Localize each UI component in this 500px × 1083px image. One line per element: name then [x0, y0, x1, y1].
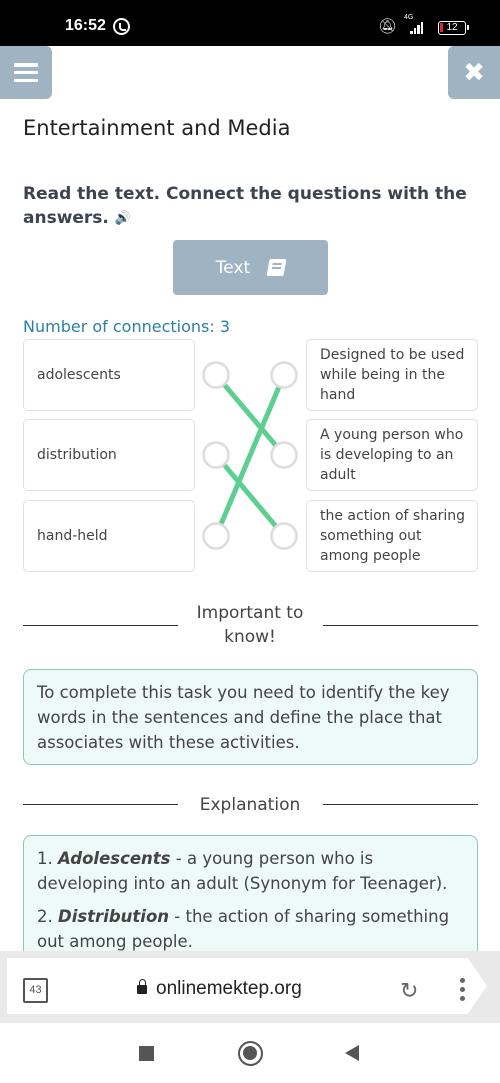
- book-icon: [266, 259, 287, 276]
- connections-count: Number of connections: 3: [23, 317, 231, 336]
- hamburger-icon: [14, 63, 38, 82]
- right-card[interactable]: the action of sharing something out amon…: [306, 500, 478, 572]
- text-button[interactable]: Text: [173, 240, 328, 295]
- close-button[interactable]: ✖: [448, 46, 500, 99]
- left-connector-dot[interactable]: [202, 522, 230, 550]
- signal-icon: [410, 22, 423, 34]
- explanation-box: 1. Adolescents - a young person who is d…: [23, 835, 478, 965]
- left-card[interactable]: hand-held: [23, 500, 195, 572]
- close-icon: ✖: [463, 57, 485, 88]
- explanation-heading: Explanation: [199, 795, 301, 815]
- battery-icon: 12: [438, 21, 469, 35]
- battery-level: 12: [446, 22, 458, 33]
- connection-area[interactable]: [190, 340, 310, 580]
- lock-icon: [137, 979, 147, 994]
- left-connector-dot[interactable]: [202, 361, 230, 389]
- important-text: To complete this task you need to identi…: [37, 683, 450, 752]
- network-type: 4G: [404, 14, 414, 21]
- left-card-label: adolescents: [37, 367, 121, 383]
- right-card[interactable]: Designed to be used while being in the h…: [306, 339, 478, 411]
- item-number: 2.: [37, 907, 53, 926]
- divider-line: [23, 804, 178, 805]
- whatsapp-icon: [113, 18, 130, 35]
- right-connector-dot[interactable]: [270, 441, 298, 469]
- important-heading: Important to know!: [196, 603, 304, 647]
- divider-line: [23, 625, 178, 626]
- left-card-label: hand-held: [37, 528, 108, 544]
- left-connector-dot[interactable]: [202, 441, 230, 469]
- home-button[interactable]: [238, 1041, 263, 1066]
- right-card-label: the action of sharing something out amon…: [320, 508, 466, 564]
- speaker-icon[interactable]: 🔊: [115, 207, 131, 231]
- page-title: Entertainment and Media: [23, 116, 291, 140]
- left-card[interactable]: adolescents: [23, 339, 195, 411]
- item-term: Distribution: [58, 907, 170, 926]
- status-time: 16:52: [65, 17, 106, 34]
- right-card-label: Designed to be used while being in the h…: [320, 347, 465, 403]
- more-options-icon[interactable]: [460, 978, 465, 1001]
- right-card[interactable]: A young person who is developing to an a…: [306, 419, 478, 491]
- instruction-text: Read the text. Connect the questions wit…: [23, 184, 467, 228]
- right-card-label: A young person who is developing to an a…: [320, 427, 464, 483]
- tab-switcher-button[interactable]: 43: [23, 978, 48, 1003]
- right-connector-dot[interactable]: [270, 361, 298, 389]
- item-term: Adolescents: [58, 849, 171, 868]
- url-text[interactable]: onlinemektep.org: [156, 978, 302, 1000]
- important-box: To complete this task you need to identi…: [23, 669, 478, 765]
- divider-line: [323, 625, 478, 626]
- system-nav-bar: [0, 1023, 500, 1083]
- explanation-item: 1. Adolescents - a young person who is d…: [37, 846, 464, 896]
- text-button-label: Text: [215, 257, 251, 278]
- left-card-label: distribution: [37, 447, 117, 463]
- menu-button[interactable]: [0, 46, 52, 99]
- task-instruction: Read the text. Connect the questions wit…: [23, 182, 473, 231]
- divider-line: [323, 804, 478, 805]
- status-bar: 16:52 🔕︎ 4G 12: [0, 0, 500, 46]
- bell-off-icon: 🔕︎: [378, 17, 398, 35]
- back-button[interactable]: [345, 1045, 359, 1061]
- left-card[interactable]: distribution: [23, 419, 195, 491]
- explanation-item: 2. Distribution - the action of sharing …: [37, 904, 464, 954]
- browser-toolbar: 43 onlinemektep.org ↻: [0, 951, 500, 1023]
- recents-button[interactable]: [139, 1046, 154, 1061]
- right-connector-dot[interactable]: [270, 522, 298, 550]
- reload-icon[interactable]: ↻: [400, 979, 418, 1004]
- item-number: 1.: [37, 849, 53, 868]
